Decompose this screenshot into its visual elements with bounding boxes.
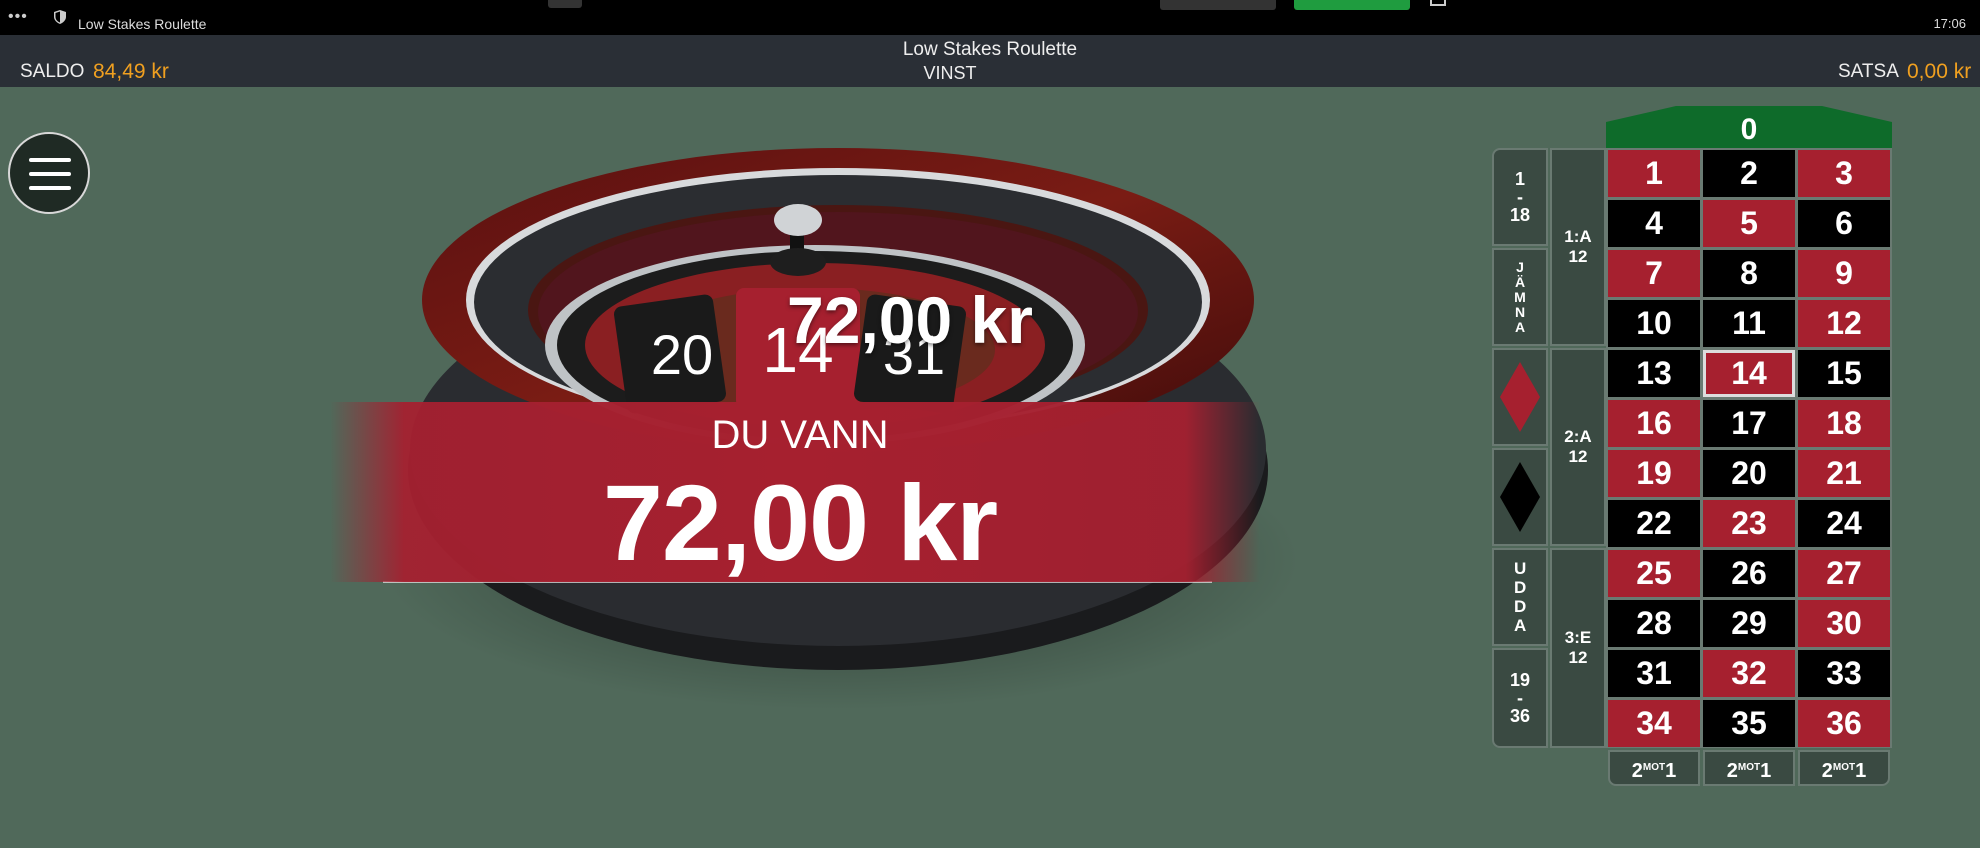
number-cell-2[interactable]: 2 [1703, 150, 1795, 197]
number-cell-15[interactable]: 15 [1798, 350, 1890, 397]
column-bet-3-suffix: 1 [1855, 760, 1867, 782]
number-cell-12[interactable]: 12 [1798, 300, 1890, 347]
number-cell-24[interactable]: 24 [1798, 500, 1890, 547]
number-cell-22[interactable]: 22 [1608, 500, 1700, 547]
number-cell-31[interactable]: 31 [1608, 650, 1700, 697]
bet-odd-label: UDDA [1514, 559, 1527, 635]
bet-even-label: JÄMNA [1514, 258, 1526, 335]
bet-dozen-2[interactable]: 2:A 12 [1550, 348, 1606, 546]
dozen-3-label: 3:E 12 [1564, 628, 1592, 667]
number-cell-25[interactable]: 25 [1608, 550, 1700, 597]
number-cell-3[interactable]: 3 [1798, 150, 1890, 197]
bet-even[interactable]: JÄMNA [1492, 248, 1548, 346]
number-cell-9[interactable]: 9 [1798, 250, 1890, 297]
bet-low-label: 1 - 18 [1510, 169, 1531, 225]
number-cell-6[interactable]: 6 [1798, 200, 1890, 247]
win-title: DU VANN [711, 413, 889, 457]
number-cell-20[interactable]: 20 [1703, 450, 1795, 497]
column-bet-1-mid: MOT [1642, 762, 1666, 773]
bet-odd[interactable]: UDDA [1492, 548, 1548, 646]
column-bet-2-suffix: 1 [1760, 760, 1772, 782]
number-cell-30[interactable]: 30 [1798, 600, 1890, 647]
bet-low[interactable]: 1 - 18 [1492, 148, 1548, 246]
column-bet-2-prefix: 2 [1726, 760, 1738, 782]
column-bet-1[interactable]: 2MOT1 [1608, 750, 1700, 786]
bet-high-label: 19 - 36 [1509, 670, 1531, 726]
number-cell-28[interactable]: 28 [1608, 600, 1700, 647]
column-bet-3[interactable]: 2MOT1 [1798, 750, 1890, 786]
number-cell-27[interactable]: 27 [1798, 550, 1890, 597]
number-cell-10[interactable]: 10 [1608, 300, 1700, 347]
dozen-2-label: 2:A 12 [1564, 427, 1592, 466]
number-cell-23[interactable]: 23 [1703, 500, 1795, 547]
number-cell-7[interactable]: 7 [1608, 250, 1700, 297]
column-bet-3-mid: MOT [1832, 762, 1856, 773]
number-cell-26[interactable]: 26 [1703, 550, 1795, 597]
number-cell-32[interactable]: 32 [1703, 650, 1795, 697]
number-cell-17[interactable]: 17 [1703, 400, 1795, 447]
number-cell-35[interactable]: 35 [1703, 700, 1795, 747]
number-cell-4[interactable]: 4 [1608, 200, 1700, 247]
number-cell-5[interactable]: 5 [1703, 200, 1795, 247]
number-cell-11[interactable]: 11 [1703, 300, 1795, 347]
number-cell-14[interactable]: 14 [1703, 350, 1795, 397]
number-cell-1[interactable]: 1 [1608, 150, 1700, 197]
number-cell-21[interactable]: 21 [1798, 450, 1890, 497]
dozen-1-label: 1:A 12 [1564, 227, 1592, 266]
column-bet-1-suffix: 1 [1665, 760, 1677, 782]
bet-red[interactable] [1492, 348, 1548, 446]
black-diamond-icon [1500, 462, 1540, 532]
zero-cell[interactable]: 0 [1606, 106, 1892, 148]
red-diamond-icon [1500, 362, 1540, 432]
number-cell-29[interactable]: 29 [1703, 600, 1795, 647]
bet-dozen-1[interactable]: 1:A 12 [1550, 148, 1606, 346]
recent-number-1: 20 [650, 323, 714, 386]
zero-label: 0 [1741, 113, 1758, 146]
number-cell-18[interactable]: 18 [1798, 400, 1890, 447]
bet-dozen-3[interactable]: 3:E 12 [1550, 548, 1606, 748]
win-amount-floating: 72,00 kr [787, 283, 1033, 357]
bet-black[interactable] [1492, 448, 1548, 546]
number-cell-34[interactable]: 34 [1608, 700, 1700, 747]
column-bet-3-prefix: 2 [1821, 760, 1833, 782]
number-cell-33[interactable]: 33 [1798, 650, 1890, 697]
win-amount: 72,00 kr [602, 462, 998, 583]
bet-high[interactable]: 19 - 36 [1492, 648, 1548, 748]
number-cell-19[interactable]: 19 [1608, 450, 1700, 497]
number-cell-36[interactable]: 36 [1798, 700, 1890, 747]
number-grid: 1 2 3 4 5 6 7 8 9 10 11 12 13 14 15 16 17 18 19 20 21 22 23 24 2… [1606, 148, 1892, 748]
number-cell-8[interactable]: 8 [1703, 250, 1795, 297]
column-bet-1-prefix: 2 [1631, 760, 1643, 782]
number-cell-16[interactable]: 16 [1608, 400, 1700, 447]
column-bet-2-mid: MOT [1737, 762, 1761, 773]
number-cell-13[interactable]: 13 [1608, 350, 1700, 397]
column-bet-2[interactable]: 2MOT1 [1703, 750, 1795, 786]
